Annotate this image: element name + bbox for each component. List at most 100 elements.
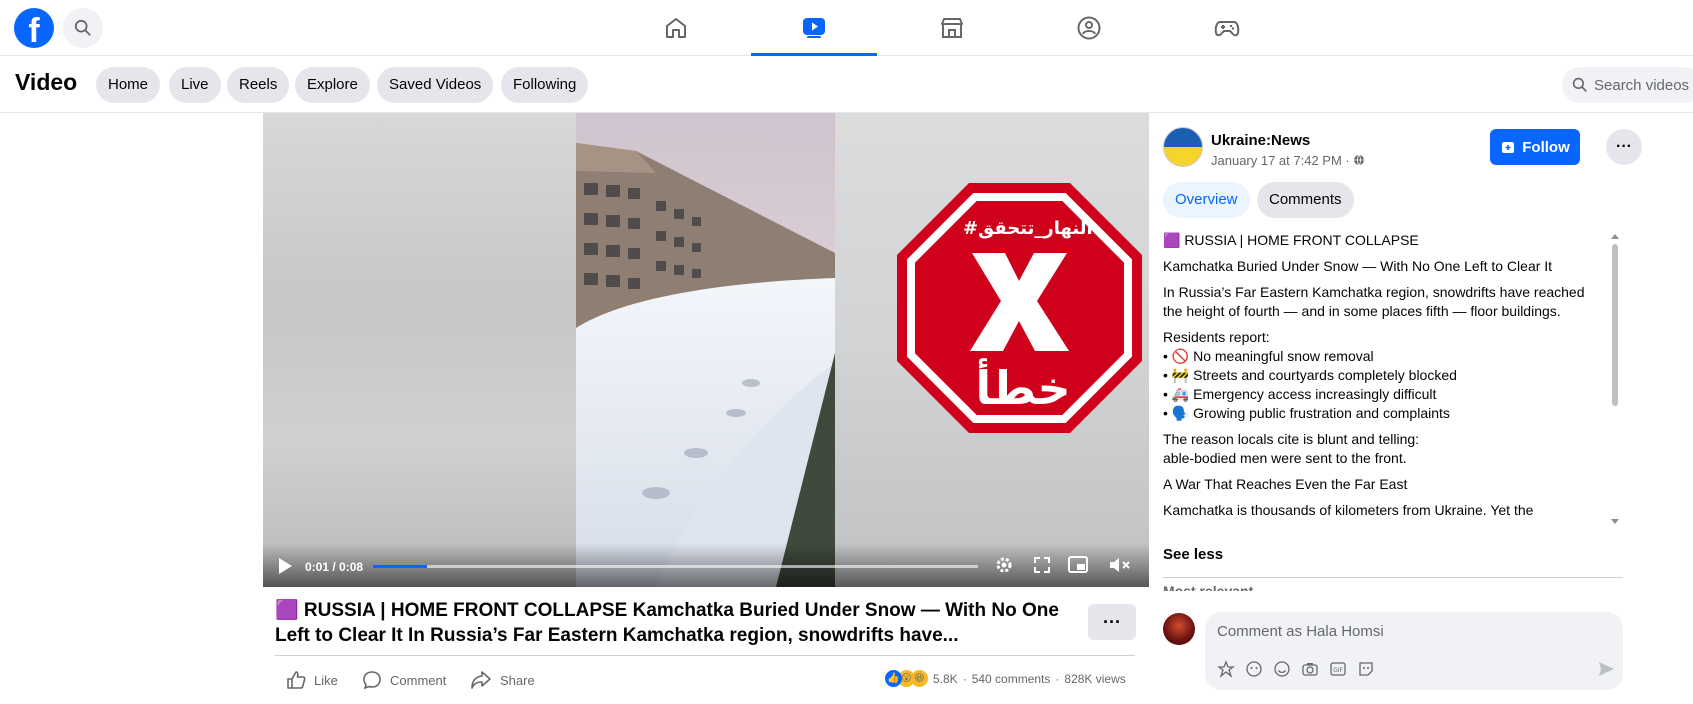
gif-icon[interactable]: GIF [1329, 660, 1347, 678]
post-side-panel: Ukraine:News January 17 at 7:42 PM · Fol… [1163, 113, 1642, 704]
pill-explore[interactable]: Explore [295, 67, 370, 103]
most-relevant-sort[interactable]: Most relevant [1163, 583, 1253, 591]
camera-icon[interactable] [1301, 660, 1319, 678]
post-title-area: 🟪 RUSSIA | HOME FRONT COLLAPSE Kamchatka… [275, 598, 1065, 648]
nav-video-tab[interactable] [751, 0, 877, 56]
home-icon [666, 18, 686, 38]
overlay-false-label: خطأ [975, 361, 1071, 415]
description-scrollbar[interactable] [1609, 231, 1621, 527]
like-reaction-icon: 👍 [885, 670, 902, 687]
desc-line: Kamchatka Buried Under Snow — With No On… [1163, 258, 1553, 274]
share-button[interactable]: Share [470, 670, 535, 690]
globe-icon [1354, 154, 1365, 166]
desc-line: the height of fourth — and in some place… [1163, 303, 1561, 319]
marketplace-icon [941, 18, 963, 38]
tab-overview[interactable]: Overview [1163, 182, 1250, 218]
desc-line: Residents report: [1163, 329, 1270, 345]
nav-marketplace-tab[interactable] [889, 0, 1015, 56]
pill-home[interactable]: Home [96, 67, 161, 103]
comment-icon [363, 671, 381, 690]
desc-line: The reason locals cite is blunt and tell… [1163, 431, 1420, 447]
emoji-icon[interactable] [1273, 660, 1291, 678]
sticker-icon[interactable] [1245, 660, 1263, 678]
follow-label: Follow [1522, 138, 1570, 156]
comment-button[interactable]: Comment [362, 670, 446, 690]
mute-icon[interactable] [1109, 556, 1131, 574]
search-placeholder: Search videos [1594, 76, 1690, 94]
gaming-icon [1214, 21, 1240, 37]
video-icon [803, 17, 825, 38]
pill-saved-videos[interactable]: Saved Videos [377, 67, 494, 103]
desc-line: • 🚫 No meaningful snow removal [1163, 348, 1374, 364]
pill-following[interactable]: Following [501, 67, 589, 103]
post-date-text: January 17 at 7:42 PM · [1211, 153, 1354, 168]
more-dots-icon: ··· [1103, 611, 1121, 632]
desc-line: In Russia’s Far Eastern Kamchatka region… [1163, 284, 1585, 300]
send-icon[interactable] [1597, 660, 1615, 678]
like-button[interactable]: Like [286, 670, 338, 690]
side-more-button[interactable]: ··· [1606, 129, 1642, 165]
nav-home-tab[interactable] [613, 0, 739, 56]
nav-gaming-tab[interactable] [1164, 0, 1290, 56]
desc-line: • 🚧 Streets and courtyards completely bl… [1163, 367, 1457, 383]
video-subnav: Video Home Live Reels Explore Saved Vide… [0, 57, 1693, 113]
follow-button[interactable]: Follow [1490, 129, 1580, 165]
pill-reels[interactable]: Reels [227, 67, 290, 103]
follow-page-icon [1502, 142, 1515, 153]
views-count: 828K views [1064, 671, 1126, 686]
video-time: 0:01 / 0:08 [305, 560, 364, 574]
comment-label: Comment [390, 672, 447, 688]
search-button[interactable] [63, 8, 103, 48]
desc-line: Kamchatka is thousands of kilometers fro… [1163, 502, 1534, 518]
fullscreen-icon[interactable] [1033, 556, 1051, 574]
commenter-avatar[interactable] [1163, 613, 1195, 645]
divider [1163, 577, 1623, 578]
page-avatar[interactable] [1163, 127, 1203, 167]
divider [275, 655, 1135, 656]
facebook-logo[interactable]: f [14, 8, 54, 48]
tab-comments[interactable]: Comments [1257, 182, 1354, 218]
video-progress-fill [373, 565, 428, 568]
page-name[interactable]: Ukraine:News [1211, 132, 1310, 149]
groups-icon [1077, 16, 1101, 40]
dot-separator: · [962, 671, 967, 686]
desc-line: able-bodied men were sent to the front. [1163, 450, 1407, 466]
nav-groups-tab[interactable] [1026, 0, 1152, 56]
avatar-sticker-icon[interactable] [1217, 660, 1235, 678]
sticker-face-icon[interactable] [1357, 660, 1375, 678]
thumbs-up-icon [287, 671, 306, 689]
search-icon [1572, 77, 1587, 92]
search-videos-input[interactable]: Search videos [1562, 67, 1693, 103]
reactions-count[interactable]: 5.8K [933, 672, 958, 686]
post-more-button[interactable]: ··· [1088, 604, 1136, 640]
search-icon [74, 19, 91, 36]
top-navigation-bar: f [0, 0, 1693, 56]
see-less-link[interactable]: See less [1163, 546, 1223, 563]
post-description: 🟪 RUSSIA | HOME FRONT COLLAPSE Kamchatka… [1163, 231, 1603, 521]
svg-text:GIF: GIF [1333, 667, 1343, 674]
post-title: 🟪 RUSSIA | HOME FRONT COLLAPSE Kamchatka… [275, 600, 1059, 646]
pip-icon[interactable] [1068, 556, 1088, 574]
play-icon[interactable] [277, 557, 293, 575]
comments-count[interactable]: 540 comments [972, 672, 1051, 686]
like-label: Like [314, 672, 338, 688]
post-date[interactable]: January 17 at 7:42 PM · [1211, 153, 1365, 168]
overlay-hashtag: #النهار_تتحقق [963, 218, 1093, 239]
settings-icon[interactable] [994, 555, 1014, 575]
video-controls: 0:01 / 0:08 [263, 543, 1149, 587]
pill-live[interactable]: Live [169, 67, 221, 103]
share-icon [471, 671, 491, 689]
desc-line: 🟪 RUSSIA | HOME FRONT COLLAPSE [1163, 232, 1419, 248]
more-dots-icon: ··· [1616, 138, 1632, 155]
share-label: Share [500, 672, 535, 688]
desc-line: • 🗣️ Growing public frustration and comp… [1163, 405, 1450, 421]
video-player[interactable]: #النهار_تتحقق خطأ 0:01 / 0:08 [263, 113, 1149, 587]
page-title: Video [15, 69, 78, 95]
dot-separator: · [1055, 671, 1060, 686]
video-blur-left [263, 113, 576, 587]
video-frame [576, 113, 835, 587]
comment-input[interactable]: Comment as Hala Homsi GIF [1205, 612, 1623, 690]
video-progress-bar[interactable] [373, 565, 978, 568]
post-stats: 👍 😮 😆 5.8K · 540 comments · 828K views [885, 670, 1126, 687]
desc-line: • 🚑 Emergency access increasingly diffic… [1163, 386, 1437, 402]
